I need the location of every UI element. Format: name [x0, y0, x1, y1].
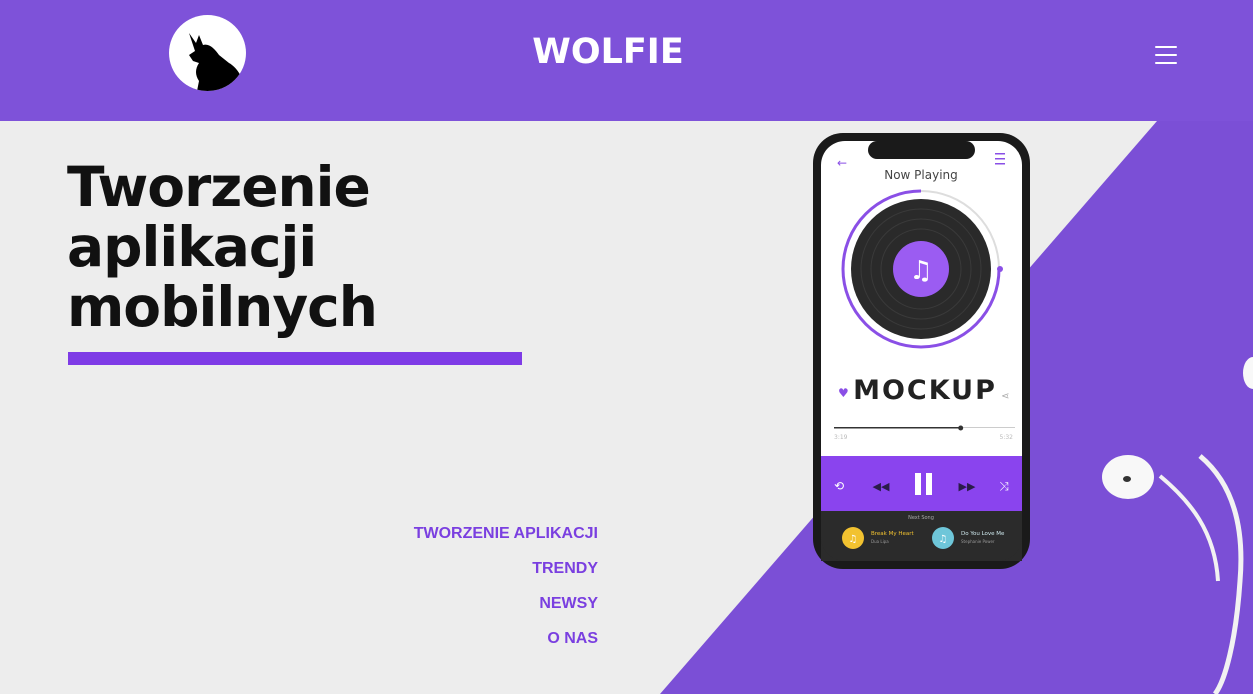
forward-icon[interactable]: ▶▶ — [959, 480, 976, 493]
hero-title-line-1: Tworzenie — [67, 155, 371, 219]
next-song-label: Next Song — [908, 515, 934, 521]
next-song-2-title[interactable]: Do You Love Me — [961, 531, 1005, 537]
hamburger-line — [1155, 62, 1177, 64]
music-note-icon: ♫ — [939, 534, 948, 545]
hamburger-icon — [1155, 46, 1177, 48]
hero-nav: TWORZENIE APLIKACJI TRENDY NEWSY O NAS — [400, 516, 598, 656]
site-header: WOLFIE — [0, 0, 1253, 121]
shuffle-icon[interactable]: ⤨ — [999, 479, 1009, 493]
hamburger-menu-button[interactable] — [1152, 42, 1182, 70]
next-song-1-title[interactable]: Break My Heart — [871, 531, 915, 537]
title-underline — [68, 352, 522, 365]
music-note-icon: ♫ — [909, 256, 932, 286]
time-total: 5:32 — [1000, 434, 1014, 441]
phone-mockup: ← Now Playing ♫ ♥ MOCKUP ⋖ 3:19 5:32 ⟲ ◀… — [813, 133, 1030, 569]
nav-link-o-nas[interactable]: O NAS — [400, 621, 598, 656]
repeat-icon[interactable]: ⟲ — [834, 479, 844, 493]
nav-link-tworzenie-aplikacji[interactable]: TWORZENIE APLIKACJI — [400, 516, 598, 551]
heart-icon[interactable]: ♥ — [838, 386, 849, 400]
back-arrow-icon: ← — [837, 156, 847, 170]
hamburger-line — [1155, 54, 1177, 56]
next-song-1-artist: Dua Lipa — [871, 539, 889, 544]
next-song-2-artist: Stephanie Power — [961, 539, 995, 544]
nav-link-newsy[interactable]: NEWSY — [400, 586, 598, 621]
now-playing-label: Now Playing — [884, 168, 958, 182]
hero-title-line-2: aplikacji — [67, 215, 317, 279]
nav-link-trendy[interactable]: TRENDY — [400, 551, 598, 586]
mockup-text: MOCKUP — [853, 375, 997, 406]
brand-name: WOLFIE — [532, 32, 684, 72]
progress-fill — [834, 427, 961, 429]
rewind-icon[interactable]: ◀◀ — [873, 480, 890, 493]
progress-knob[interactable] — [958, 425, 964, 431]
share-icon[interactable]: ⋖ — [1001, 391, 1009, 402]
player-controls-bar — [821, 456, 1022, 511]
hero-title-line-3: mobilnych — [67, 275, 378, 339]
time-elapsed: 3:19 — [834, 434, 848, 441]
music-note-icon: ♫ — [849, 534, 858, 545]
hero-title: Tworzenie aplikacji mobilnych — [67, 157, 547, 337]
